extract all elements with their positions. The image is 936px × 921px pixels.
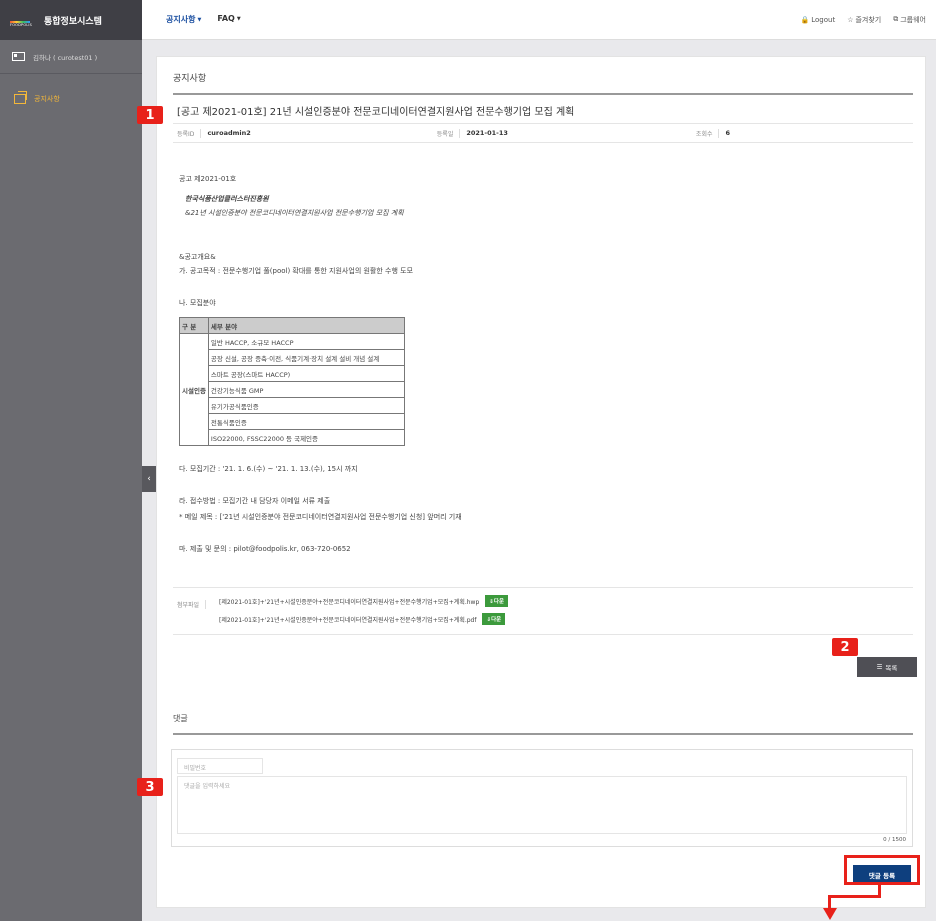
table-row: 시설인증 일반 HACCP, 소규모 HACCP <box>179 333 405 446</box>
sidebar-item-label: 공지사항 <box>34 95 60 103</box>
notice-meta: 등록ID curoadmin2 등록일 2021-01-13 조회수 6 <box>173 123 913 143</box>
table-cell: 스마트 공장(스마트 HACCP) <box>207 365 405 382</box>
comment-form: 비밀번호 댓글을 입력하세요 0 / 1500 <box>171 749 913 847</box>
recruitment-table: 구 분 세부 분야 시설인증 일반 HACCP, 소규모 HACCP 공장 신설… <box>179 317 405 446</box>
divider <box>173 93 913 95</box>
groupware-link[interactable]: ⧉ 그룹웨어 <box>893 15 926 25</box>
top-nav: 공지사항 ▼ FAQ ▼ <box>166 14 241 25</box>
attachment-item: [제2021-01호]+'21년+시설인증분야+전문코디네이터연결지원사업+전문… <box>219 595 509 607</box>
logout-link[interactable]: 🔒 Logout <box>801 15 836 25</box>
download-button[interactable]: ⇓다운 <box>482 613 506 625</box>
author-value: curoadmin2 <box>207 129 251 137</box>
date-value: 2021-01-13 <box>466 129 508 137</box>
foodpolis-logo: FOODPOLIS <box>10 21 33 27</box>
attachments-label: 첨부파일 <box>177 600 207 609</box>
page-title: 공지사항 <box>173 74 207 84</box>
nav-faq[interactable]: FAQ ▼ <box>217 14 240 25</box>
caret-down-icon: ▼ <box>236 15 241 22</box>
table-header: 세부 분야 <box>207 317 405 334</box>
sidebar-header[interactable]: FOODPOLIS 통합정보시스템 <box>0 0 142 40</box>
annotation-marker-3: 3 <box>137 778 163 796</box>
highlight-box <box>844 855 920 885</box>
table-row: ISO22000, FSSC22000 등 국제인증 <box>180 429 405 446</box>
body-line: 라. 접수방법 : 모집기간 내 담당자 이메일 서류 제출 <box>179 497 331 505</box>
body-line: 다. 모집기간 : '21. 1. 6.(수) ~ '21. 1. 13.(수)… <box>179 465 358 473</box>
table-cell: 유기가공식품인증 <box>207 397 405 414</box>
attachment-name[interactable]: [제2021-01호]+'21년+시설인증분야+전문코디네이터연결지원사업+전문… <box>219 615 476 624</box>
table-category: 시설인증 <box>179 333 209 446</box>
comment-textarea[interactable]: 댓글을 입력하세요 <box>177 776 907 834</box>
body-line: 공고 제2021-01호 <box>179 175 237 183</box>
body-line: 마. 제출 및 문의 : pilot@foodpolis.kr, 063-720… <box>179 545 351 553</box>
attachment-item: [제2021-01호]+'21년+시설인증분야+전문코디네이터연결지원사업+전문… <box>219 613 506 625</box>
table-header: 구 분 <box>179 317 209 334</box>
table-cell: 일반 HACCP, 소규모 HACCP <box>207 333 405 350</box>
content-panel: 공지사항 [공고 제2021-01호] 21년 시설인증분야 전문코디네이터연결… <box>156 56 926 908</box>
arrow-down-icon <box>823 908 837 920</box>
notice-title: [공고 제2021-01호] 21년 시설인증분야 전문코디네이터연결지원사업 … <box>177 107 575 118</box>
user-info: 김하나 ( curotest01 ) <box>0 40 142 74</box>
table-row: 공장 신설, 공장 증축·이전, 식품기계·장치 설계 설비 개념 설계 <box>180 349 405 366</box>
top-bar: 공지사항 ▼ FAQ ▼ 🔒 Logout ☆ 즐겨찾기 ⧉ 그룹웨어 <box>142 0 936 40</box>
date-label: 등록일 <box>437 128 461 138</box>
author-label: 등록ID <box>177 128 202 138</box>
divider <box>173 733 913 735</box>
password-input[interactable]: 비밀번호 <box>177 758 263 774</box>
body-line: 가. 공고목적 : 전문수행기업 풀(pool) 확대를 통한 지원사업의 원활… <box>179 267 414 275</box>
body-line: * 메일 제목 : ['21년 시설인증분야 전문코디네이터연결지원사업 전문수… <box>179 513 462 521</box>
table-row: 스마트 공장(스마트 HACCP) <box>180 365 405 382</box>
board-icon <box>14 91 27 104</box>
views-value: 6 <box>725 129 731 137</box>
caret-down-icon: ▼ <box>197 16 202 23</box>
lock-icon: 🔒 <box>800 15 810 24</box>
star-icon: ☆ <box>847 15 854 24</box>
table-cell: 건강기능식품 GMP <box>207 381 405 398</box>
annotation-marker-2: 2 <box>832 638 858 656</box>
app-title: 통합정보시스템 <box>44 16 102 27</box>
table-row: 전통식품인증 <box>180 413 405 430</box>
nav-notice[interactable]: 공지사항 ▼ <box>166 14 201 25</box>
table-cell: ISO22000, FSSC22000 등 국제인증 <box>207 429 405 446</box>
top-utilities: 🔒 Logout ☆ 즐겨찾기 ⧉ 그룹웨어 <box>801 15 927 25</box>
annotation-marker-1: 1 <box>137 106 163 124</box>
id-card-icon <box>12 52 25 61</box>
attachments: 첨부파일 [제2021-01호]+'21년+시설인증분야+전문코디네이터연결지원… <box>173 587 913 635</box>
body-line: 나. 모집분야 <box>179 299 216 307</box>
favorites-link[interactable]: ☆ 즐겨찾기 <box>847 15 881 25</box>
table-header-row: 구 분 세부 분야 <box>179 317 405 334</box>
body-line: &21년 시설인증분야 전문코디네이터연결지원사업 전문수행기업 모집 계획 <box>185 209 404 217</box>
annotation-line <box>828 895 831 909</box>
collapse-panel-button[interactable]: ‹ <box>142 466 156 492</box>
user-name: 김하나 ( curotest01 ) <box>33 53 98 62</box>
table-row: 유기가공식품인증 <box>180 397 405 414</box>
body-line: 한국식품산업클러스터진흥원 <box>185 195 269 203</box>
chevron-left-icon: ‹ <box>147 474 151 484</box>
table-row: 건강기능식품 GMP <box>180 381 405 398</box>
attachment-name[interactable]: [제2021-01호]+'21년+시설인증분야+전문코디네이터연결지원사업+전문… <box>219 597 479 606</box>
sidebar: FOODPOLIS 통합정보시스템 김하나 ( curotest01 ) 공지사… <box>0 0 142 921</box>
annotation-line <box>828 895 881 898</box>
table-cell: 공장 신설, 공장 증축·이전, 식품기계·장치 설계 설비 개념 설계 <box>207 349 405 366</box>
char-counter: 0 / 1500 <box>883 837 906 843</box>
table-cell: 전통식품인증 <box>207 413 405 430</box>
sidebar-item-notice[interactable]: 공지사항 <box>0 91 142 104</box>
comments-title: 댓글 <box>173 714 188 723</box>
views-label: 조회수 <box>696 128 720 138</box>
download-button[interactable]: ⇓다운 <box>485 595 509 607</box>
list-button[interactable]: ☰ 목록 <box>857 657 917 677</box>
body-line: &공고개요& <box>179 253 216 261</box>
list-icon: ☰ <box>876 663 883 671</box>
external-link-icon: ⧉ <box>893 15 899 23</box>
